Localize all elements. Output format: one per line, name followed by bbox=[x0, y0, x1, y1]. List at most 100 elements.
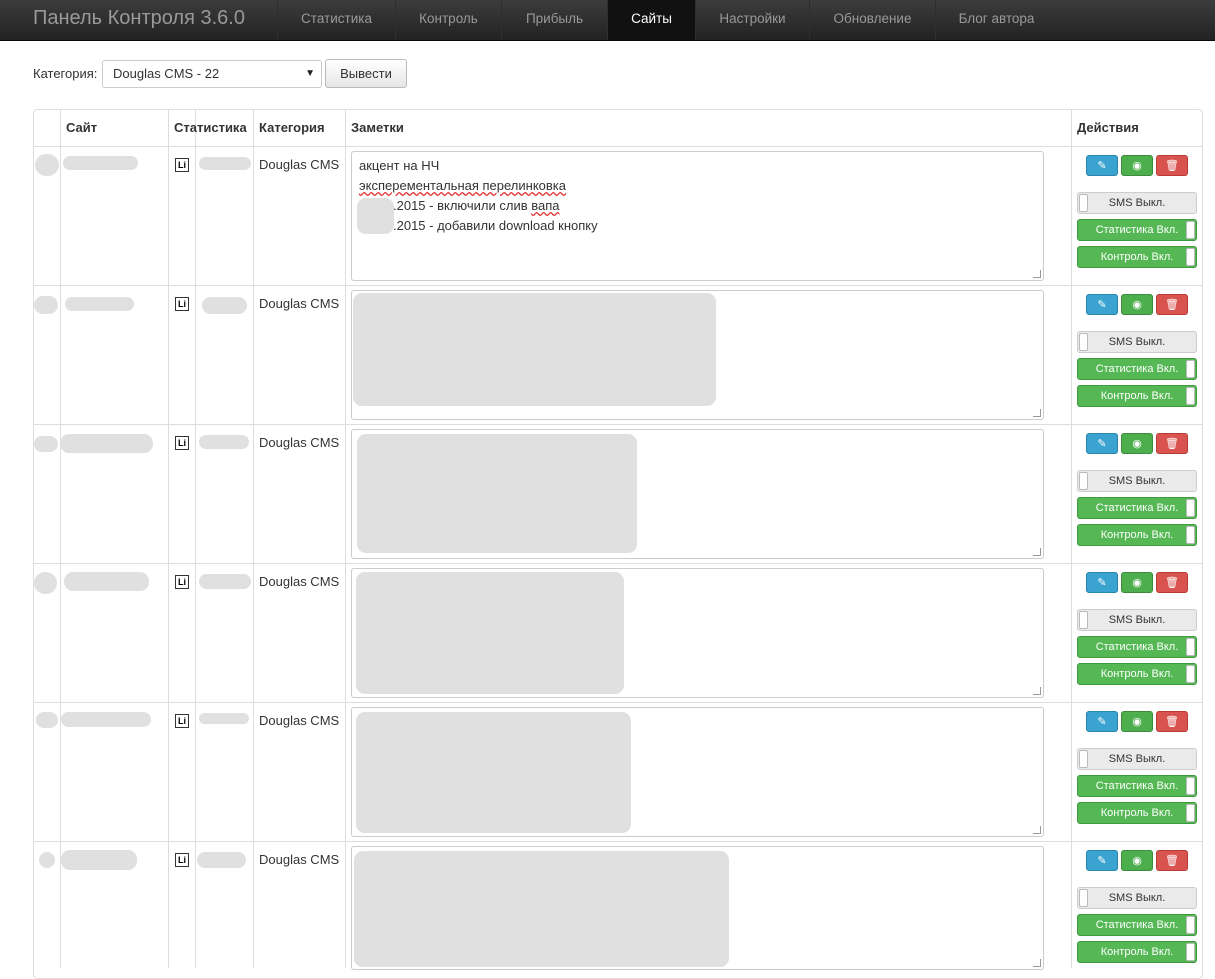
control-toggle[interactable]: Контроль Вкл. bbox=[1077, 663, 1197, 685]
nav-profit[interactable]: Прибыль bbox=[501, 0, 607, 40]
toggle-knob bbox=[1186, 248, 1195, 266]
app-title[interactable]: Панель Контроля 3.6.0 bbox=[33, 7, 245, 30]
toggle-knob bbox=[1079, 472, 1088, 490]
notes-textarea[interactable] bbox=[351, 707, 1044, 837]
view-button[interactable]: ◉ bbox=[1121, 850, 1153, 871]
view-button[interactable]: ◉ bbox=[1121, 294, 1153, 315]
resize-handle[interactable] bbox=[1033, 548, 1041, 556]
resize-handle[interactable] bbox=[1033, 687, 1041, 695]
sms-toggle[interactable]: SMS Выкл. bbox=[1077, 192, 1197, 214]
header-actions[interactable]: Действия bbox=[1077, 120, 1139, 135]
edit-button[interactable]: ✎ bbox=[1086, 155, 1118, 176]
control-toggle[interactable]: Контроль Вкл. bbox=[1077, 246, 1197, 268]
header-site[interactable]: Сайт bbox=[66, 120, 97, 135]
resize-handle[interactable] bbox=[1033, 959, 1041, 967]
sms-toggle[interactable]: SMS Выкл. bbox=[1077, 609, 1197, 631]
top-navbar: Панель Контроля 3.6.0 Статистика Контрол… bbox=[0, 0, 1215, 41]
notes-textarea[interactable] bbox=[351, 846, 1044, 970]
toggle-knob bbox=[1186, 638, 1195, 656]
delete-button[interactable]: 🗑 bbox=[1156, 711, 1188, 732]
liveinternet-icon[interactable]: Li bbox=[175, 853, 189, 867]
stats-toggle[interactable]: Статистика Вкл. bbox=[1077, 497, 1197, 519]
redacted-site[interactable] bbox=[61, 850, 137, 870]
pencil-icon: ✎ bbox=[1097, 438, 1107, 450]
edit-button[interactable]: ✎ bbox=[1086, 572, 1118, 593]
row-divider bbox=[34, 563, 1202, 564]
resize-handle[interactable] bbox=[1033, 826, 1041, 834]
category-select[interactable]: Douglas CMS - 22 ▼ bbox=[102, 60, 322, 88]
redacted-id bbox=[34, 572, 57, 594]
row-divider bbox=[34, 285, 1202, 286]
delete-button[interactable]: 🗑 bbox=[1156, 155, 1188, 176]
nav-settings[interactable]: Настройки bbox=[695, 0, 809, 40]
redacted-site[interactable] bbox=[63, 156, 138, 170]
header-stats[interactable]: Статистика bbox=[174, 120, 247, 135]
header-notes[interactable]: Заметки bbox=[351, 120, 404, 135]
edit-button[interactable]: ✎ bbox=[1086, 850, 1118, 871]
view-button[interactable]: ◉ bbox=[1121, 572, 1153, 593]
delete-button[interactable]: 🗑 bbox=[1156, 294, 1188, 315]
nav-blog[interactable]: Блог автора bbox=[935, 0, 1057, 40]
sms-toggle[interactable]: SMS Выкл. bbox=[1077, 470, 1197, 492]
nav-sites[interactable]: Сайты bbox=[607, 0, 695, 40]
column-divider bbox=[253, 110, 254, 968]
chevron-down-icon: ▼ bbox=[305, 68, 315, 79]
notes-textarea[interactable] bbox=[351, 290, 1044, 420]
toggle-knob bbox=[1186, 804, 1195, 822]
delete-button[interactable]: 🗑 bbox=[1156, 572, 1188, 593]
nav-control[interactable]: Контроль bbox=[395, 0, 501, 40]
redacted-stats bbox=[199, 713, 249, 724]
edit-button[interactable]: ✎ bbox=[1086, 711, 1118, 732]
stats-toggle[interactable]: Статистика Вкл. bbox=[1077, 914, 1197, 936]
nav-stats[interactable]: Статистика bbox=[277, 0, 395, 40]
toggle-knob bbox=[1186, 526, 1195, 544]
submit-button[interactable]: Вывести bbox=[325, 59, 407, 88]
stats-toggle[interactable]: Статистика Вкл. bbox=[1077, 636, 1197, 658]
delete-button[interactable]: 🗑 bbox=[1156, 850, 1188, 871]
control-toggle[interactable]: Контроль Вкл. bbox=[1077, 941, 1197, 963]
redacted-site[interactable] bbox=[61, 712, 151, 727]
sms-toggle[interactable]: SMS Выкл. bbox=[1077, 748, 1197, 770]
view-button[interactable]: ◉ bbox=[1121, 433, 1153, 454]
notes-textarea[interactable]: акцент на НЧ эксперементальная перелинко… bbox=[351, 151, 1044, 281]
notes-textarea[interactable] bbox=[351, 429, 1044, 559]
control-toggle[interactable]: Контроль Вкл. bbox=[1077, 802, 1197, 824]
toggle-knob bbox=[1079, 750, 1088, 768]
pencil-icon: ✎ bbox=[1097, 855, 1107, 867]
control-toggle[interactable]: Контроль Вкл. bbox=[1077, 385, 1197, 407]
redacted-id bbox=[35, 154, 59, 176]
stats-toggle[interactable]: Статистика Вкл. bbox=[1077, 358, 1197, 380]
nav-update[interactable]: Обновление bbox=[809, 0, 935, 40]
liveinternet-icon[interactable]: Li bbox=[175, 297, 189, 311]
view-button[interactable]: ◉ bbox=[1121, 155, 1153, 176]
redacted-site[interactable] bbox=[60, 434, 153, 453]
edit-button[interactable]: ✎ bbox=[1086, 433, 1118, 454]
redacted-id bbox=[39, 852, 55, 868]
liveinternet-icon[interactable]: Li bbox=[175, 436, 189, 450]
redacted-notes bbox=[353, 293, 716, 406]
notes-textarea[interactable] bbox=[351, 568, 1044, 698]
category-cell: Douglas CMS bbox=[259, 713, 340, 728]
resize-handle[interactable] bbox=[1033, 270, 1041, 278]
resize-handle[interactable] bbox=[1033, 409, 1041, 417]
liveinternet-icon[interactable]: Li bbox=[175, 575, 189, 589]
trash-icon: 🗑 bbox=[1165, 438, 1179, 450]
delete-button[interactable]: 🗑 bbox=[1156, 433, 1188, 454]
stats-toggle[interactable]: Статистика Вкл. bbox=[1077, 219, 1197, 241]
toggle-knob bbox=[1186, 665, 1195, 683]
stats-toggle[interactable]: Статистика Вкл. bbox=[1077, 775, 1197, 797]
eye-icon: ◉ bbox=[1132, 577, 1142, 589]
redacted-site[interactable] bbox=[64, 572, 149, 591]
header-category[interactable]: Категория bbox=[259, 120, 325, 135]
control-toggle[interactable]: Контроль Вкл. bbox=[1077, 524, 1197, 546]
sms-toggle[interactable]: SMS Выкл. bbox=[1077, 331, 1197, 353]
sms-toggle[interactable]: SMS Выкл. bbox=[1077, 887, 1197, 909]
view-button[interactable]: ◉ bbox=[1121, 711, 1153, 732]
edit-button[interactable]: ✎ bbox=[1086, 294, 1118, 315]
liveinternet-icon[interactable]: Li bbox=[175, 158, 189, 172]
toggle-knob bbox=[1186, 221, 1195, 239]
redacted-site[interactable] bbox=[65, 297, 134, 311]
trash-icon: 🗑 bbox=[1165, 855, 1179, 867]
liveinternet-icon[interactable]: Li bbox=[175, 714, 189, 728]
toggle-knob bbox=[1186, 387, 1195, 405]
